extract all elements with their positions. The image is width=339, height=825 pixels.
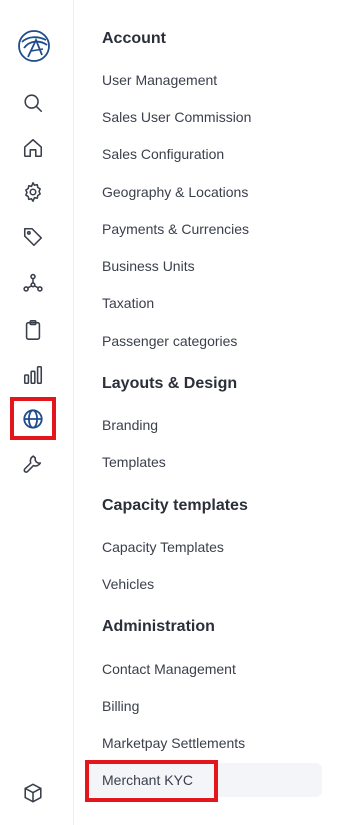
menu-item-user-management[interactable]: User Management	[102, 72, 217, 88]
tools-nav-button[interactable]	[14, 445, 52, 481]
menu-item-taxation[interactable]: Taxation	[102, 295, 154, 311]
menu-item-marketpay-settlements[interactable]: Marketpay Settlements	[102, 735, 245, 751]
section-title-layouts-design: Layouts & Design	[102, 375, 238, 392]
icon-rail	[0, 0, 74, 825]
reports-nav-button[interactable]	[14, 357, 52, 393]
menu-item-billing[interactable]: Billing	[102, 698, 139, 714]
menu-item-vehicles[interactable]: Vehicles	[102, 576, 154, 592]
menu-item-passenger-categories[interactable]: Passenger categories	[102, 333, 237, 349]
menu-item-merchant-kyc[interactable]: Merchant KYC	[102, 772, 193, 788]
network-nav-button[interactable]	[14, 265, 52, 301]
menu-item-capacity-templates[interactable]: Capacity Templates	[102, 539, 224, 555]
globe-icon	[23, 409, 43, 429]
wrench-icon	[23, 455, 42, 473]
menu-item-payments-currencies[interactable]: Payments & Currencies	[102, 221, 249, 237]
tag-icon	[23, 227, 43, 247]
apps-nav-button[interactable]	[14, 775, 52, 811]
menu-item-templates[interactable]: Templates	[102, 454, 166, 470]
section-title-capacity-templates: Capacity templates	[102, 497, 248, 514]
section-title-account: Account	[102, 30, 166, 47]
section-title-administration: Administration	[102, 618, 215, 635]
network-icon	[23, 273, 43, 292]
search-nav-button[interactable]	[14, 85, 52, 121]
brand-logo-icon[interactable]	[16, 28, 52, 64]
settings-nav-button[interactable]	[14, 174, 52, 210]
gear-icon	[25, 182, 41, 202]
menu-item-business-units[interactable]: Business Units	[102, 258, 195, 274]
menu-item-branding[interactable]: Branding	[102, 417, 158, 433]
menu-item-sales-user-commission[interactable]: Sales User Commission	[102, 109, 251, 125]
menu-item-geography-locations[interactable]: Geography & Locations	[102, 184, 248, 200]
globe-nav-button[interactable]	[14, 401, 52, 437]
settings-menu: Account User Management Sales User Commi…	[74, 0, 339, 825]
tags-nav-button[interactable]	[14, 219, 52, 255]
home-nav-button[interactable]	[14, 130, 52, 166]
menu-item-sales-configuration[interactable]: Sales Configuration	[102, 146, 224, 162]
menu-item-contact-management[interactable]: Contact Management	[102, 661, 236, 677]
clipboard-nav-button[interactable]	[14, 312, 52, 348]
cube-icon	[24, 783, 42, 803]
home-icon	[23, 138, 43, 158]
clipboard-icon	[25, 320, 41, 340]
search-icon	[24, 94, 43, 113]
bar-chart-icon	[23, 365, 43, 385]
